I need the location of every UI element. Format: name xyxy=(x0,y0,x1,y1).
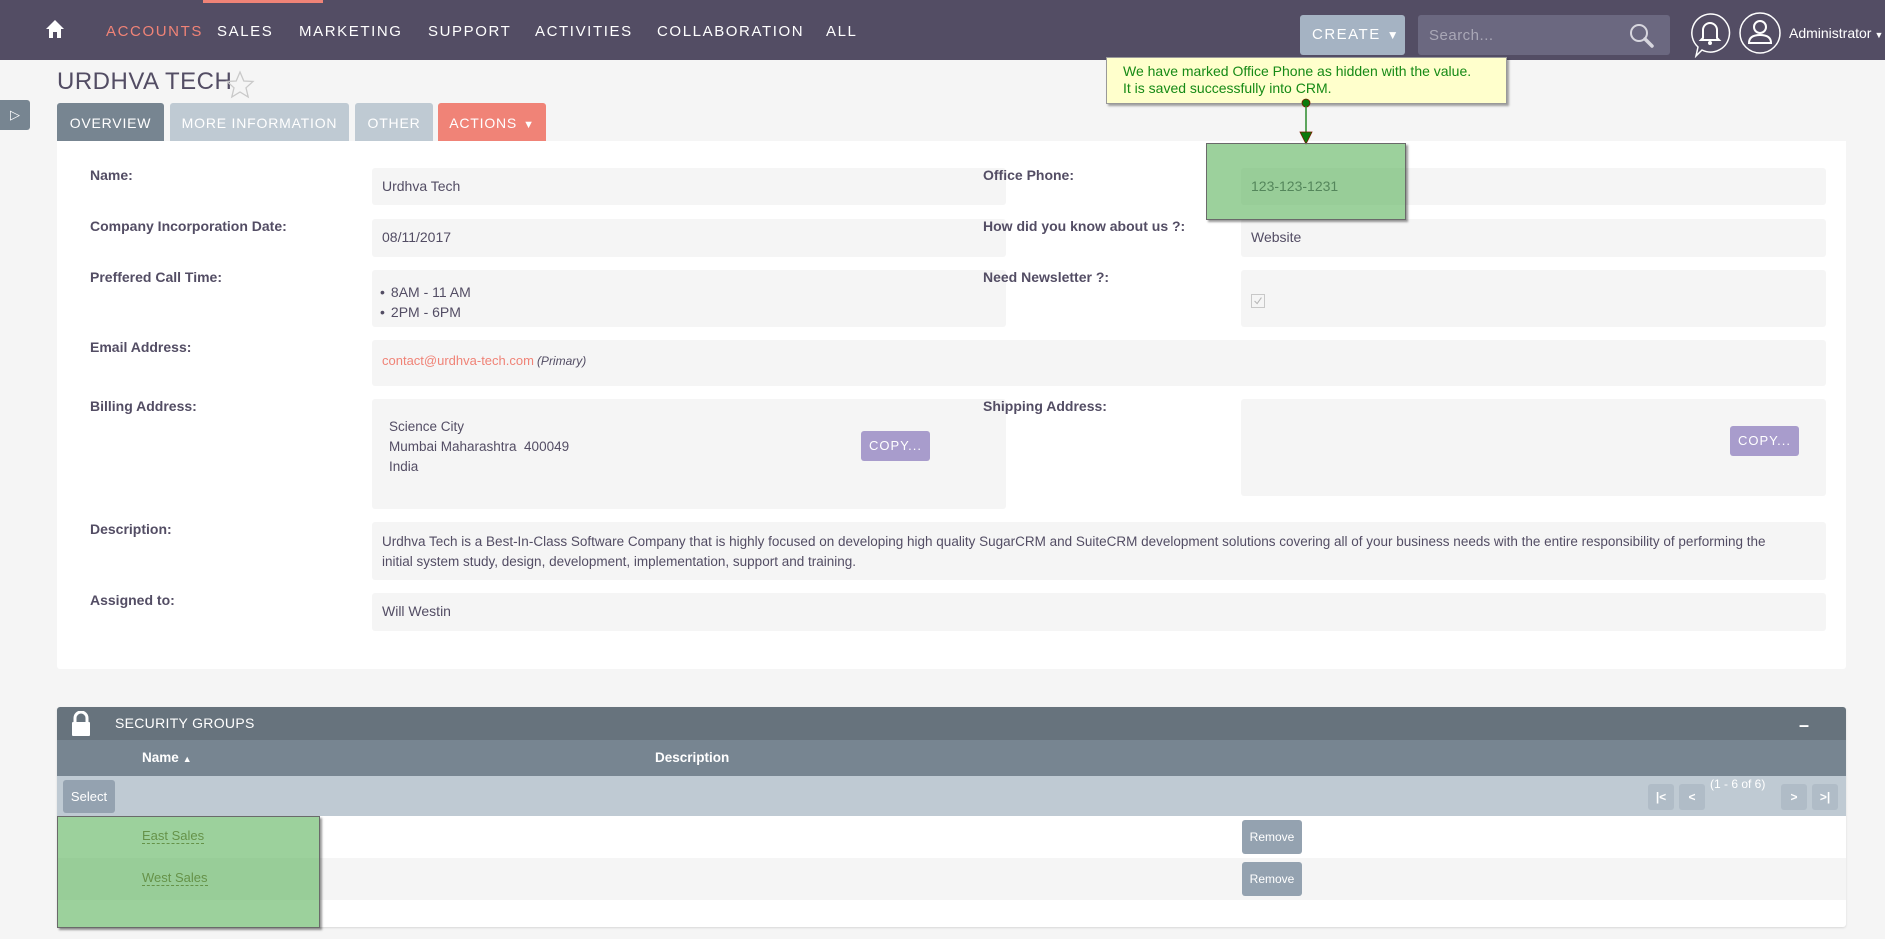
how-know-field: Website xyxy=(1241,219,1826,257)
caret-down-icon: ▼ xyxy=(1874,30,1884,40)
search-icon[interactable] xyxy=(1628,22,1656,50)
sidebar-toggle-button[interactable]: ▷ xyxy=(0,100,30,130)
remove-button[interactable]: Remove xyxy=(1242,862,1302,896)
name-value: Urdhva Tech xyxy=(382,178,461,194)
newsletter-field xyxy=(1241,270,1826,327)
annotation-callout: We have marked Office Phone as hidden wi… xyxy=(1106,57,1507,104)
how-know-value: Website xyxy=(1251,229,1302,245)
newsletter-checkbox xyxy=(1251,294,1265,308)
pagination-last-button[interactable]: >| xyxy=(1812,784,1838,810)
nav-collaboration[interactable]: COLLABORATION xyxy=(657,23,804,40)
nav-sales[interactable]: SALES xyxy=(217,23,273,40)
security-groups-highlight xyxy=(57,816,320,928)
home-icon[interactable] xyxy=(44,18,66,40)
column-header-name[interactable]: Name ▲︎ xyxy=(142,750,192,765)
email-primary-tag: (Primary) xyxy=(536,354,587,368)
name-label: Name: xyxy=(90,167,133,183)
billing-address-label: Billing Address: xyxy=(90,398,197,414)
pagination-prev-button[interactable]: < xyxy=(1679,784,1705,810)
office-phone-highlight xyxy=(1206,143,1406,220)
active-nav-indicator xyxy=(203,0,323,3)
subpanel-header[interactable]: SECURITY GROUPS – xyxy=(57,707,1846,740)
create-label: CREATE xyxy=(1312,26,1381,43)
table-row: West Sales Remove xyxy=(57,858,1846,900)
shipping-address-field: COPY... xyxy=(1241,399,1826,496)
collapse-icon[interactable]: – xyxy=(1799,715,1809,736)
security-groups-subpanel: SECURITY GROUPS – Name ▲︎ Description Sel… xyxy=(57,707,1846,927)
favorite-star-icon[interactable] xyxy=(225,70,255,100)
user-avatar-icon[interactable] xyxy=(1738,11,1782,55)
detail-panel: Name: Urdhva Tech Office Phone: 123-123-… xyxy=(57,141,1846,669)
callout-line: It is saved successfully into CRM. xyxy=(1123,80,1332,96)
caret-down-icon: ▼ xyxy=(523,119,535,131)
subpanel-toolbar: Select |< < (1 - 6 of 6) > >| xyxy=(57,776,1846,816)
billing-line: India xyxy=(389,459,419,474)
select-button[interactable]: Select xyxy=(63,780,115,813)
column-name-label: Name xyxy=(142,750,179,765)
callout-line: We have marked Office Phone as hidden wi… xyxy=(1123,63,1472,79)
incorporation-date-value: 08/11/2017 xyxy=(382,229,452,245)
call-time-list: 8AM - 11 AM 2PM - 6PM xyxy=(380,282,471,322)
newsletter-label: Need Newsletter ?: xyxy=(983,269,1110,285)
pagination-count: (1 - 6 of 6) xyxy=(1710,777,1766,791)
notifications-bell-icon[interactable] xyxy=(1688,12,1732,58)
tab-overview[interactable]: OVERVIEW xyxy=(57,103,164,141)
billing-line: Science City xyxy=(389,419,465,434)
actions-label: ACTIONS xyxy=(449,115,518,131)
play-triangle-icon: ▷ xyxy=(10,107,20,122)
actions-menu-button[interactable]: ACTIONS ▼ xyxy=(438,103,546,141)
billing-address-field: Science City Mumbai Maharashtra 400049 I… xyxy=(372,399,1006,509)
description-label: Description: xyxy=(90,521,172,537)
top-navigation-bar: ACCOUNTS SALES MARKETING SUPPORT ACTIVIT… xyxy=(0,0,1885,60)
tab-other[interactable]: OTHER xyxy=(355,103,433,141)
billing-copy-button[interactable]: COPY... xyxy=(861,431,930,461)
pagination-next-button[interactable]: > xyxy=(1781,784,1807,810)
email-link[interactable]: contact@urdhva-tech.com xyxy=(382,353,534,368)
shipping-copy-button[interactable]: COPY... xyxy=(1730,426,1799,456)
shipping-address-label: Shipping Address: xyxy=(983,398,1107,414)
assigned-to-label: Assigned to: xyxy=(90,592,175,608)
subpanel-title: SECURITY GROUPS xyxy=(115,715,255,731)
nav-all[interactable]: ALL xyxy=(826,23,858,40)
how-know-label: How did you know about us ?: xyxy=(983,218,1186,234)
nav-accounts[interactable]: ACCOUNTS xyxy=(106,23,203,40)
email-field: contact@urdhva-tech.com (Primary) xyxy=(372,340,1826,386)
billing-address-text: Science City Mumbai Maharashtra 400049 I… xyxy=(389,417,569,477)
call-time-label: Preffered Call Time: xyxy=(90,269,223,285)
table-row: East Sales Remove xyxy=(57,816,1846,858)
description-field: Urdhva Tech is a Best-In-Class Software … xyxy=(372,522,1826,580)
nav-support[interactable]: SUPPORT xyxy=(428,23,511,40)
billing-line: Mumbai Maharashtra 400049 xyxy=(389,439,570,454)
tab-more-information[interactable]: MORE INFORMATION xyxy=(170,103,349,141)
assigned-to-value: Will Westin xyxy=(382,603,451,619)
assigned-to-field: Will Westin xyxy=(372,593,1826,631)
annotation-arrow-icon xyxy=(1299,98,1313,145)
user-name: Administrator xyxy=(1789,25,1872,41)
lock-icon xyxy=(72,711,90,736)
pagination-first-button[interactable]: |< xyxy=(1648,784,1674,810)
remove-button[interactable]: Remove xyxy=(1242,820,1302,854)
subpanel-column-headers: Name ▲︎ Description xyxy=(57,740,1846,776)
user-menu[interactable]: Administrator ▼ xyxy=(1789,25,1883,41)
call-time-field: 8AM - 11 AM 2PM - 6PM xyxy=(372,270,1006,327)
name-field: Urdhva Tech xyxy=(372,168,1006,205)
call-time-item: 2PM - 6PM xyxy=(380,302,471,322)
nav-marketing[interactable]: MARKETING xyxy=(299,23,403,40)
caret-down-icon: ▼ xyxy=(1386,28,1401,42)
incorporation-date-label: Company Incorporation Date: xyxy=(90,218,287,234)
office-phone-label: Office Phone: xyxy=(983,167,1075,183)
incorporation-date-field: 08/11/2017 xyxy=(372,219,1006,257)
call-time-item: 8AM - 11 AM xyxy=(380,282,471,302)
nav-activities[interactable]: ACTIVITIES xyxy=(535,23,633,40)
page-title: URDHVA TECH xyxy=(57,68,233,95)
sort-icon: ▲︎ xyxy=(182,754,192,764)
description-value: Urdhva Tech is a Best-In-Class Software … xyxy=(382,534,1766,569)
email-label: Email Address: xyxy=(90,339,192,355)
create-button[interactable]: CREATE ▼ xyxy=(1300,15,1405,55)
column-header-description: Description xyxy=(655,750,730,765)
